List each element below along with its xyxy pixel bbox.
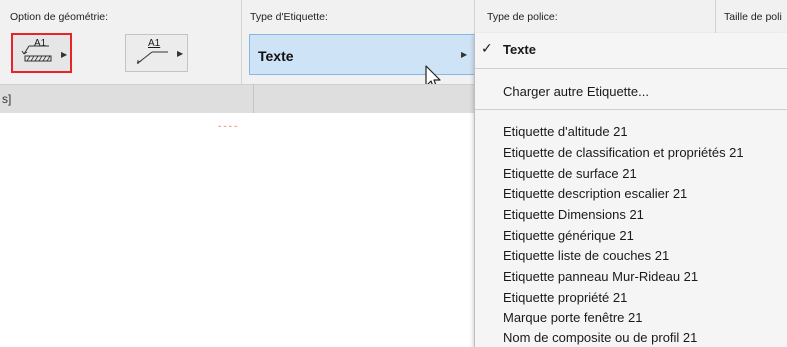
menu-item-label[interactable]: Etiquette liste de couches 21 xyxy=(503,248,669,263)
menu-item-label[interactable]: Nom de composite ou de profil 21 xyxy=(503,330,697,345)
menu-item-label[interactable]: Etiquette de surface 21 xyxy=(503,166,637,181)
geometry-option-label: Option de géométrie: xyxy=(10,11,109,23)
menu-item-label[interactable]: Etiquette propriété 21 xyxy=(503,290,627,305)
geo-option-text: A1 xyxy=(148,38,161,49)
menu-item-text-checked[interactable]: Texte xyxy=(503,42,536,57)
menu-separator xyxy=(475,68,787,69)
geometry-option-leader-button[interactable]: A1 ▶ xyxy=(11,33,72,73)
submenu-arrow-icon: ▶ xyxy=(61,50,68,59)
menu-item-label[interactable]: Etiquette description escalier 21 xyxy=(503,186,687,201)
submenu-arrow-icon: ▶ xyxy=(177,49,184,58)
menu-item-label[interactable]: Etiquette Dimensions 21 xyxy=(503,207,644,222)
info-box-secondary-row xyxy=(0,84,475,113)
menu-item-label[interactable]: Etiquette panneau Mur-Rideau 21 xyxy=(503,269,698,284)
geometry-option-angled-button[interactable]: A1 ▶ xyxy=(125,34,188,72)
font-type-label: Type de police: xyxy=(487,11,558,23)
submenu-arrow-icon: ▶ xyxy=(461,50,468,59)
geo-option-text: A1 xyxy=(34,38,47,49)
truncated-value: s] xyxy=(2,92,12,106)
checkmark-icon: ✓ xyxy=(481,40,493,56)
menu-item-load-other[interactable]: Charger autre Etiquette... xyxy=(503,84,649,99)
menu-item-label[interactable]: Etiquette générique 21 xyxy=(503,228,634,243)
font-size-label: Taille de poli xyxy=(724,11,782,23)
column-divider xyxy=(241,0,242,84)
label-type-value: Texte xyxy=(258,48,294,64)
label-type-label: Type d'Etiquette: xyxy=(250,11,328,23)
menu-item-label[interactable]: Etiquette de classification et propriété… xyxy=(503,145,744,160)
menu-item-label[interactable]: Marque porte fenêtre 21 xyxy=(503,310,642,325)
menu-item-label[interactable]: Etiquette d'altitude 21 xyxy=(503,124,628,139)
menu-separator xyxy=(475,109,787,110)
row-divider xyxy=(253,84,254,113)
canvas-dashed-line: ---- xyxy=(218,121,240,132)
